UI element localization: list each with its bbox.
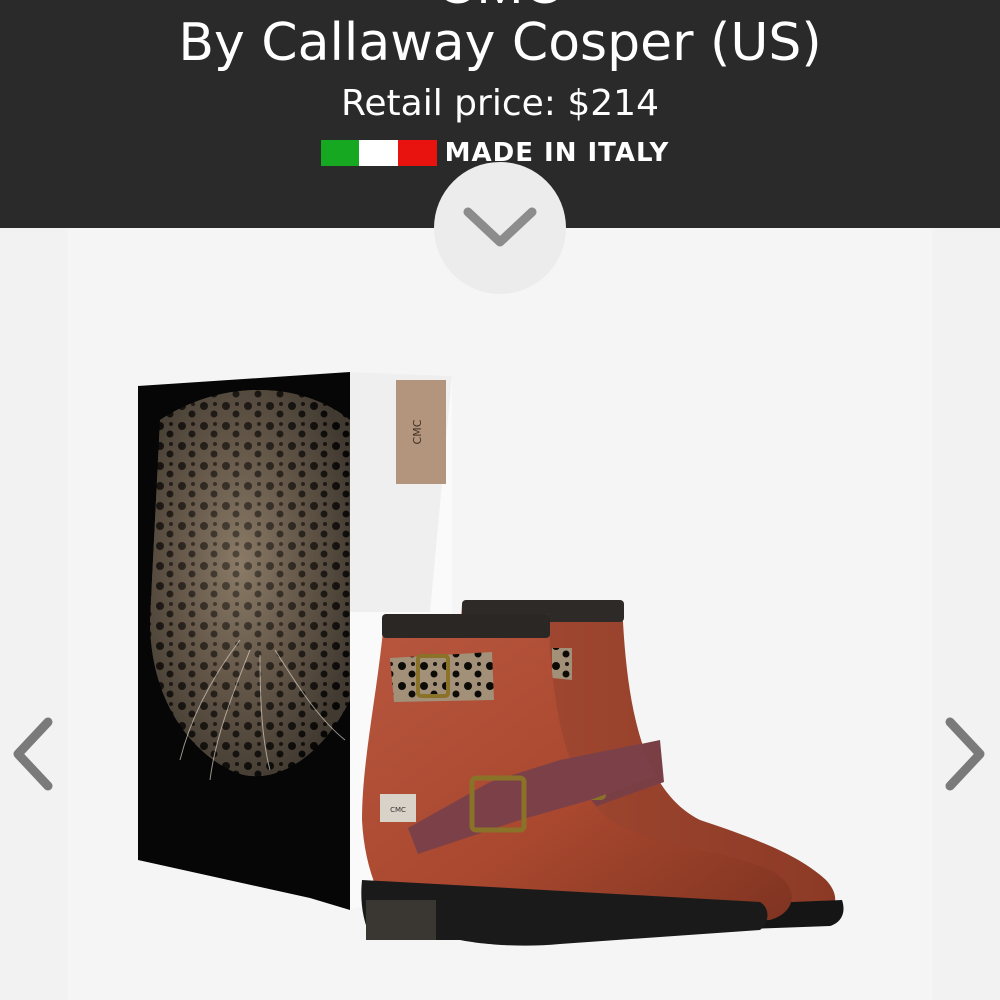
- expand-button[interactable]: [434, 162, 566, 294]
- boot-patch-label: CMC: [390, 806, 406, 814]
- chevron-down-icon: [463, 207, 537, 247]
- previous-image-button[interactable]: [10, 716, 58, 796]
- next-image-button[interactable]: [940, 716, 988, 796]
- chevron-left-icon: [13, 717, 53, 791]
- product-image: CMC CMC: [138, 372, 844, 946]
- chevron-right-icon: [945, 717, 985, 791]
- box-label: CMC: [411, 419, 424, 444]
